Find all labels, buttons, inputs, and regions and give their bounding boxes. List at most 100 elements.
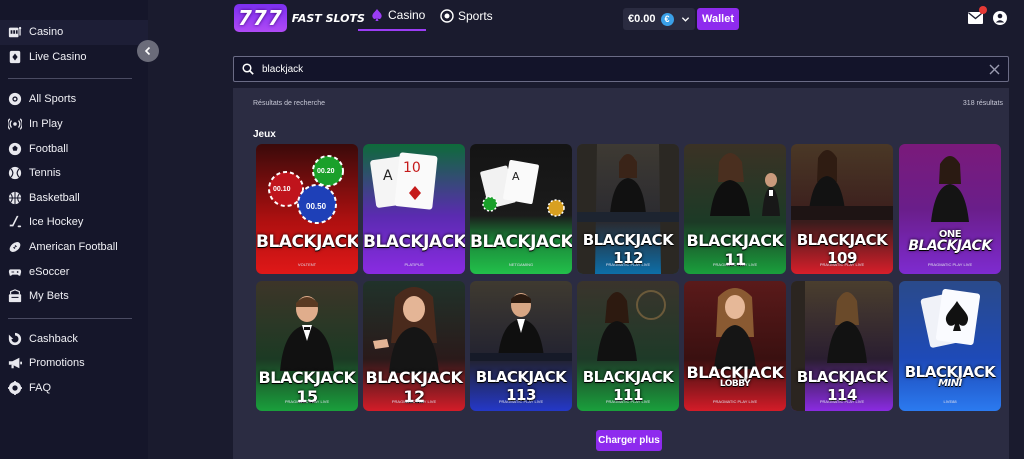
sidebar-item-live-casino[interactable]: Live Casino [0, 45, 148, 70]
svg-text:10: 10 [403, 160, 421, 176]
sidebar-divider [8, 78, 132, 80]
sidebar-item-esoccer[interactable]: eSoccer [0, 259, 148, 284]
sidebar-item-label: Casino [29, 26, 64, 39]
sidebar-item-promotions[interactable]: Promotions [0, 351, 148, 376]
sidebar-item-label: Cashback [29, 332, 78, 345]
game-title: BLACKJACK [256, 232, 358, 252]
sidebar-item-tennis[interactable]: Tennis [0, 161, 148, 186]
chevron-left-icon [144, 46, 151, 56]
game-card-one-blackjack[interactable]: ONE BLACKJACK PRAGMATIC PLAY LIVE [899, 144, 1001, 274]
results-count: 318 résultats [962, 100, 1003, 107]
game-card-blackjack-mini[interactable]: BLACKJACK MINI LIVE88 [899, 281, 1001, 411]
game-provider: PRAGMATIC PLAY LIVE [605, 262, 651, 267]
tab-sports[interactable]: Sports [440, 0, 493, 31]
svg-text:A: A [512, 170, 520, 183]
tennis-ball-icon [8, 166, 22, 180]
game-card-blackjack-113[interactable]: BLACKJACK 113 PRAGMATIC PLAY LIVE [470, 281, 572, 411]
load-more-button[interactable]: Charger plus [596, 430, 662, 451]
game-provider: LIVE88 [943, 399, 957, 404]
spade-icon [372, 8, 382, 21]
sidebar-collapse-button[interactable] [137, 40, 159, 62]
sidebar-item-label: Ice Hockey [29, 216, 84, 229]
sidebar-item-american-football[interactable]: American Football [0, 235, 148, 260]
chip-value: 00.10 [273, 186, 291, 193]
search-icon [242, 63, 254, 75]
card-artwork: A [470, 144, 572, 274]
sidebar-item-in-play[interactable]: In Play [0, 112, 148, 137]
playing-card-icon [8, 50, 22, 64]
sidebar-item-label: Tennis [29, 167, 61, 180]
game-provider: PRAGMATIC PLAY LIVE [391, 399, 437, 404]
svg-text:A: A [383, 168, 393, 184]
bets-icon [8, 289, 22, 303]
game-card-blackjack-voltent[interactable]: BLACKJACK VOLTENT 00.10 00.20 00.50 [256, 144, 358, 274]
card-artwork [684, 281, 786, 411]
sidebar-item-football[interactable]: Football [0, 136, 148, 161]
sidebar-item-label: Live Casino [29, 50, 87, 63]
chip-value: 00.50 [306, 202, 327, 211]
game-card-blackjack-12[interactable]: BLACKJACK 12 PRAGMATIC PLAY LIVE [363, 281, 465, 411]
sidebar-item-casino[interactable]: Casino [0, 20, 148, 45]
tab-label: Sports [458, 8, 493, 23]
game-provider: PRAGMATIC PLAY LIVE [819, 399, 865, 404]
top-header: 777 FAST SLOTS Casino Sports €0.00 € Wal… [148, 0, 1024, 40]
game-card-blackjack-platipus[interactable]: A 10 BLACKJACK PLATIPUS [363, 144, 465, 274]
cashback-icon [8, 332, 22, 346]
gamepad-icon [8, 265, 22, 279]
american-football-icon [8, 240, 22, 254]
sidebar-item-label: All Sports [29, 93, 77, 106]
game-provider: NETGAMING [508, 262, 534, 267]
sidebar-item-faq[interactable]: FAQ [0, 376, 148, 401]
broadcast-icon [8, 117, 22, 131]
games-section-title: Jeux [253, 129, 276, 140]
sidebar-item-label: Promotions [29, 357, 85, 370]
hockey-stick-icon [8, 215, 22, 229]
game-provider: PRAGMATIC PLAY LIVE [605, 399, 651, 404]
game-card-blackjack-112[interactable]: BLACKJACK 112 PRAGMATIC PLAY LIVE [577, 144, 679, 274]
megaphone-icon [8, 356, 22, 370]
sidebar-item-my-bets[interactable]: My Bets [0, 284, 148, 309]
game-title: BLACKJACK [363, 232, 465, 252]
game-provider: PRAGMATIC PLAY LIVE [712, 399, 758, 404]
sidebar-item-label: Basketball [29, 191, 80, 204]
sidebar-item-all-sports[interactable]: All Sports [0, 87, 148, 112]
game-card-blackjack-netgaming[interactable]: A BLACKJACK NETGAMING [470, 144, 572, 274]
game-card-blackjack-lobby[interactable]: BLACKJACK LOBBY PRAGMATIC PLAY LIVE [684, 281, 786, 411]
balance-dropdown[interactable]: €0.00 € [623, 8, 695, 30]
sidebar-item-cashback[interactable]: Cashback [0, 327, 148, 352]
game-provider: PRAGMATIC PLAY LIVE [712, 262, 758, 267]
game-title-line2: BLACKJACK [908, 238, 992, 254]
soccer-ball-icon [8, 142, 22, 156]
notification-dot [979, 6, 987, 14]
sidebar-item-label: FAQ [29, 382, 52, 395]
search-input[interactable] [262, 63, 962, 75]
card-artwork [899, 281, 1001, 411]
sidebar-item-label: In Play [29, 118, 63, 131]
tab-casino[interactable]: Casino [358, 0, 426, 31]
game-provider: PRAGMATIC PLAY LIVE [498, 399, 544, 404]
logo-777: 777 [234, 4, 287, 32]
sidebar-item-label: My Bets [29, 290, 69, 303]
brand-logo[interactable]: 777 FAST SLOTS [234, 4, 365, 32]
game-provider: PRAGMATIC PLAY LIVE [819, 262, 865, 267]
card-artwork: A 10 [363, 144, 465, 274]
sidebar-item-basketball[interactable]: Basketball [0, 186, 148, 211]
results-label: Résultats de recherche [253, 100, 325, 107]
sidebar-item-ice-hockey[interactable]: Ice Hockey [0, 210, 148, 235]
game-card-blackjack-15[interactable]: BLACKJACK 15 PRAGMATIC PLAY LIVE [256, 281, 358, 411]
user-account-icon[interactable] [993, 11, 1007, 25]
game-provider: PRAGMATIC PLAY LIVE [927, 262, 973, 267]
card-artwork [899, 144, 1001, 274]
tab-label: Casino [388, 7, 426, 22]
game-card-blackjack-111[interactable]: BLACKJACK 111 PRAGMATIC PLAY LIVE [577, 281, 679, 411]
game-card-blackjack-109[interactable]: BLACKJACK 109 PRAGMATIC PLAY LIVE [791, 144, 893, 274]
game-title: BLACKJACK [470, 232, 572, 252]
clear-search-icon[interactable] [989, 64, 1000, 75]
sidebar-item-label: Football [29, 142, 69, 155]
wallet-button[interactable]: Wallet [697, 8, 739, 30]
game-provider: VOLTENT [297, 262, 317, 267]
game-card-blackjack-11[interactable]: BLACKJACK 11 PRAGMATIC PLAY LIVE [684, 144, 786, 274]
basketball-icon [8, 191, 22, 205]
sidebar-item-label: American Football [29, 241, 118, 254]
game-card-blackjack-114[interactable]: BLACKJACK 114 PRAGMATIC PLAY LIVE [791, 281, 893, 411]
